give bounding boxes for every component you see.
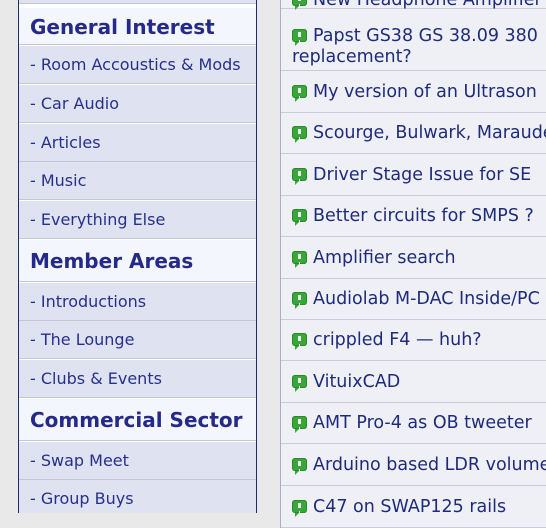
thread-row[interactable]: Scourge, Bulwark, Marauder (281, 113, 546, 154)
thread-title[interactable]: Arduino based LDR volume (313, 455, 546, 475)
thread-row[interactable]: Driver Stage Issue for SE (281, 154, 546, 196)
section-heading-member-areas: Member Areas (19, 240, 256, 282)
thread-bubble-icon (292, 29, 307, 46)
thread-title[interactable]: Driver Stage Issue for SE (313, 165, 531, 185)
thread-row[interactable]: Arduino based LDR volume (281, 444, 546, 486)
thread-bubble-icon (292, 375, 307, 392)
thread-title[interactable]: My version of an Ultrason (313, 82, 537, 102)
thread-row[interactable]: crippled F4 — huh? (281, 320, 546, 361)
sidebar-link-introductions[interactable]: - Introductions (19, 283, 256, 321)
thread-title[interactable]: Papst GS38 GS 38.09 380 (313, 26, 538, 46)
thread-row[interactable]: My version of an Ultrason (281, 71, 546, 113)
thread-bubble-icon (292, 416, 307, 433)
sidebar-link-everything-else[interactable]: - Everything Else (19, 201, 256, 239)
sidebar-link-room-acoustics[interactable]: - Room Accoustics & Mods (19, 46, 256, 84)
thread-bubble-icon (292, 251, 307, 268)
latest-threads-list: New Headphone Amplifier Papst GS38 GS 38… (280, 0, 546, 528)
thread-bubble-icon (292, 126, 307, 143)
thread-row[interactable]: Better circuits for SMPS ? (281, 196, 546, 237)
sidebar-link-the-lounge[interactable]: - The Lounge (19, 321, 256, 359)
sidebar-link-car-audio[interactable]: - Car Audio (19, 85, 256, 123)
thread-bubble-icon (292, 0, 307, 10)
section-heading-general-interest: General Interest (19, 8, 256, 45)
thread-title[interactable]: Scourge, Bulwark, Marauder (313, 123, 546, 143)
thread-title[interactable]: Audiolab M-DAC Inside/PC (313, 289, 540, 309)
thread-bubble-icon (292, 168, 307, 185)
thread-title[interactable]: crippled F4 — huh? (313, 330, 482, 350)
thread-row[interactable]: Amplifier search (281, 237, 546, 279)
forum-sidebar: General Interest - Room Accoustics & Mod… (18, 0, 257, 513)
sidebar-link-group-buys[interactable]: - Group Buys (19, 480, 256, 513)
thread-bubble-icon (292, 85, 307, 102)
sidebar-link-music[interactable]: - Music (19, 162, 256, 200)
sidebar-link-clubs-events[interactable]: - Clubs & Events (19, 360, 256, 398)
thread-title[interactable]: AMT Pro-4 as OB tweeter (313, 413, 532, 433)
thread-bubble-icon (292, 292, 307, 309)
thread-row[interactable]: VituixCAD (281, 361, 546, 403)
thread-title[interactable]: Amplifier search (313, 248, 456, 268)
thread-bubble-icon (292, 333, 307, 350)
thread-bubble-icon (292, 500, 307, 517)
section-heading-commercial-sector: Commercial Sector (19, 399, 256, 441)
thread-bubble-icon (292, 458, 307, 475)
thread-row[interactable]: Audiolab M-DAC Inside/PC (281, 279, 546, 320)
thread-bubble-icon (292, 209, 307, 226)
thread-row[interactable]: AMT Pro-4 as OB tweeter (281, 403, 546, 444)
thread-title[interactable]: C47 on SWAP125 rails (313, 497, 506, 517)
thread-title[interactable]: Better circuits for SMPS ? (313, 206, 534, 226)
sidebar-top-edge (19, 0, 256, 4)
thread-row[interactable]: New Headphone Amplifier (281, 0, 546, 10)
thread-row[interactable]: Papst GS38 GS 38.09 380 replacement? (281, 9, 546, 71)
thread-row[interactable]: C47 on SWAP125 rails (281, 486, 546, 528)
sidebar-link-swap-meet[interactable]: - Swap Meet (19, 442, 256, 480)
thread-title-continued[interactable]: replacement? (292, 47, 412, 67)
thread-title[interactable]: VituixCAD (313, 372, 400, 392)
sidebar-link-articles[interactable]: - Articles (19, 124, 256, 162)
